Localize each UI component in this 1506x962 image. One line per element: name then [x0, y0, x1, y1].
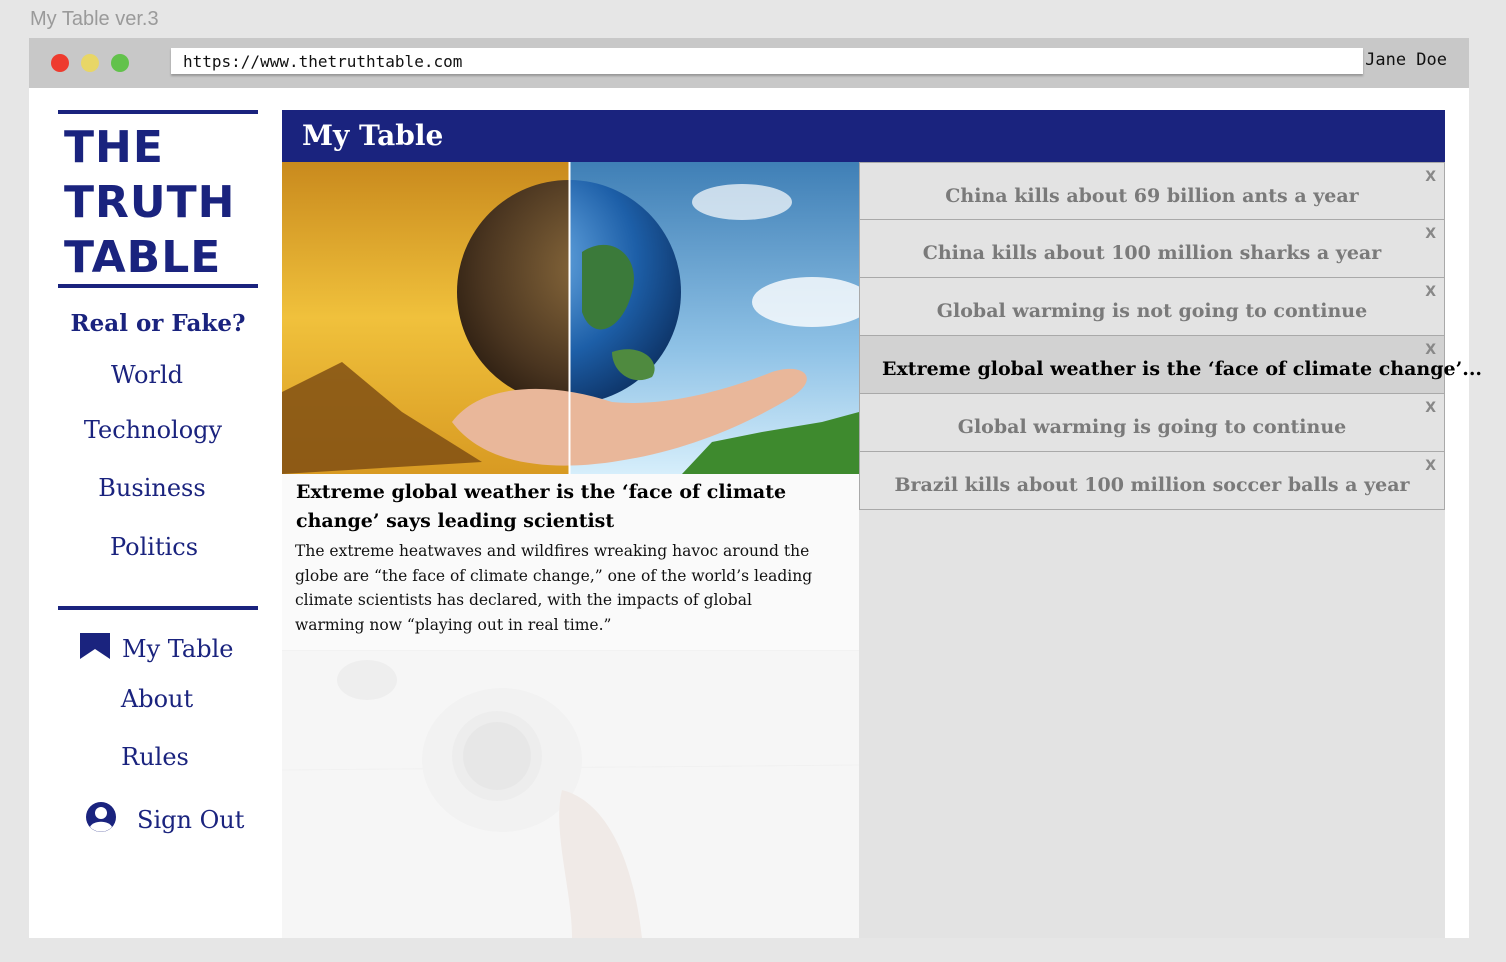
- close-icon[interactable]: X: [1425, 458, 1436, 474]
- logo-line: TRUTH: [64, 177, 236, 228]
- list-item-label: Brazil kills about 100 million soccer ba…: [894, 474, 1410, 496]
- list-item[interactable]: China kills about 100 million sharks a y…: [859, 220, 1445, 278]
- list-item[interactable]: Global warming is not going to continue …: [859, 278, 1445, 336]
- sidebar-item-about[interactable]: About: [57, 685, 257, 713]
- sidebar-heading-real-or-fake[interactable]: Real or Fake?: [58, 310, 258, 337]
- list-item-label: Global warming is not going to continue: [936, 300, 1368, 322]
- article-summary: The extreme heatwaves and wildfires wrea…: [295, 542, 813, 634]
- list-item-selected[interactable]: Extreme global weather is the ‘face of c…: [859, 336, 1483, 394]
- bookmark-icon: [80, 633, 110, 665]
- article-headline[interactable]: Extreme global weather is the ‘face of c…: [296, 478, 841, 536]
- user-avatar-icon: [85, 801, 117, 839]
- sidebar-item-politics[interactable]: Politics: [54, 533, 254, 561]
- close-icon[interactable]: X: [1425, 169, 1436, 185]
- page-title: My Table: [282, 110, 1445, 162]
- list-item[interactable]: Brazil kills about 100 million soccer ba…: [859, 452, 1445, 510]
- maximize-window-button[interactable]: [111, 54, 129, 72]
- sidebar-item-technology[interactable]: Technology: [53, 416, 253, 444]
- sidebar-item-world[interactable]: World: [47, 361, 247, 389]
- sidebar-item-business[interactable]: Business: [52, 474, 252, 502]
- list-item[interactable]: Global warming is going to continue X: [859, 394, 1445, 452]
- list-item[interactable]: China kills about 69 billion ants a year…: [859, 162, 1445, 220]
- logo-line: THE: [64, 122, 164, 173]
- site-logo[interactable]: THE TRUTH TABLE: [58, 110, 258, 288]
- close-icon[interactable]: X: [1425, 400, 1436, 416]
- logo-line: TABLE: [64, 232, 222, 283]
- saved-items-list: China kills about 69 billion ants a year…: [859, 162, 1483, 510]
- document-title: My Table ver.3: [30, 8, 159, 30]
- list-item-label: China kills about 69 billion ants a year: [945, 185, 1359, 207]
- sidebar-item-label: My Table: [122, 635, 234, 663]
- sign-out-button[interactable]: Sign Out: [85, 801, 244, 839]
- address-bar[interactable]: https://www.thetruthtable.com: [171, 48, 1363, 74]
- article-background-image: [282, 649, 859, 938]
- article-image[interactable]: [282, 162, 859, 474]
- close-icon[interactable]: X: [1425, 226, 1436, 242]
- close-window-button[interactable]: [51, 54, 69, 72]
- sidebar-item-rules[interactable]: Rules: [55, 743, 255, 771]
- saved-items-panel: China kills about 69 billion ants a year…: [859, 162, 1483, 938]
- close-icon[interactable]: X: [1425, 284, 1436, 300]
- sign-out-label: Sign Out: [137, 806, 245, 834]
- browser-toolbar: https://www.thetruthtable.com Jane Doe: [29, 38, 1469, 88]
- close-icon[interactable]: X: [1425, 342, 1436, 358]
- minimize-window-button[interactable]: [81, 54, 99, 72]
- sidebar-item-my-table[interactable]: My Table: [80, 633, 233, 665]
- web-page: THE TRUTH TABLE Real or Fake? World Tech…: [29, 88, 1483, 938]
- sidebar-divider: [58, 606, 258, 610]
- list-item-label: Global warming is going to continue: [957, 416, 1347, 438]
- list-item-label: Extreme global weather is the ‘face of c…: [882, 358, 1483, 380]
- list-item-label: China kills about 100 million sharks a y…: [922, 242, 1382, 264]
- user-name[interactable]: Jane Doe: [1365, 50, 1447, 70]
- article-card[interactable]: Extreme global weather is the ‘face of c…: [282, 162, 859, 938]
